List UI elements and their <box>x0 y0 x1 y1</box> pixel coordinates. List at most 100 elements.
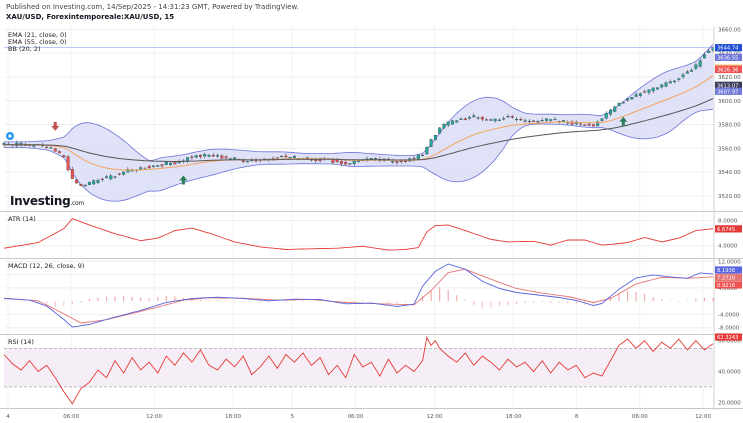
candle-body <box>190 156 194 158</box>
investing-logo: Investing.com <box>10 194 84 208</box>
x-tick-label: 06:00 <box>348 414 364 420</box>
candle-body <box>660 84 664 88</box>
candle-body <box>630 97 634 100</box>
candle-body <box>446 121 450 126</box>
candle-body <box>536 121 540 123</box>
candle-body <box>152 165 155 167</box>
candle-body <box>241 160 245 162</box>
candle-body <box>515 118 519 121</box>
candle-body <box>280 155 284 157</box>
candle-body <box>677 78 681 80</box>
candle-body <box>510 116 514 118</box>
candle-body <box>438 127 442 134</box>
macd-pane <box>3 263 714 328</box>
candle-body <box>647 89 651 93</box>
rsi-pane <box>3 336 714 405</box>
candle-body <box>553 119 557 121</box>
rsi-y-tick-label: 40.0000 <box>718 370 741 376</box>
candle-body <box>404 160 407 162</box>
candle-body <box>87 182 91 185</box>
main-y-tick-label: 3540.00 <box>718 170 741 176</box>
candle-body <box>335 159 339 162</box>
candle-body <box>489 119 493 121</box>
event-marker-dot <box>8 134 12 138</box>
candle-body <box>292 156 296 158</box>
x-tick-label: 12:00 <box>146 414 162 420</box>
candle-body <box>194 155 198 158</box>
candle-body <box>643 91 647 93</box>
macd-signal-line <box>3 268 714 324</box>
candle-body <box>109 175 113 180</box>
candle-body <box>656 87 659 90</box>
candle-body <box>75 179 79 184</box>
candle-body <box>92 180 96 185</box>
candle-body <box>694 64 698 69</box>
candle-body <box>497 119 501 121</box>
macd-value-label: 0.9216 <box>717 283 735 289</box>
candle-body <box>549 119 553 121</box>
candle-body <box>613 106 617 112</box>
candle-body <box>579 123 583 125</box>
candle-body <box>540 120 544 122</box>
candle-body <box>344 162 348 165</box>
candle-body <box>66 156 70 171</box>
x-tick-label: 12:00 <box>695 414 711 420</box>
candle-body <box>421 154 425 156</box>
candle-body <box>673 80 677 83</box>
main-y-tick-label: 3600.00 <box>718 99 741 105</box>
atr-label[interactable]: ATR (14) <box>8 215 36 223</box>
candle-body <box>702 54 706 59</box>
candle-body <box>429 139 433 147</box>
candle-body <box>288 157 292 159</box>
macd-y-tick-label: -4.0000 <box>718 312 740 318</box>
rsi-y-tick-label: 20.0000 <box>718 400 741 406</box>
candle-body <box>220 155 224 159</box>
candle-body <box>485 119 489 121</box>
price-tag-label: 3626.36 <box>717 67 738 73</box>
atr-y-tick-label: 8.0000 <box>718 219 738 225</box>
chart-canvas[interactable]: 3520.00 3540.00 3560.00 3580.00 3600.00 3620.… <box>0 0 743 423</box>
candle-body <box>53 148 57 152</box>
x-tick-label: 4 <box>6 414 10 420</box>
candle-body <box>681 74 685 78</box>
candle-body <box>374 158 378 160</box>
atr-y-tick-label: 4.0000 <box>718 244 738 250</box>
x-tick-label: 18:00 <box>225 414 241 420</box>
candle-body <box>480 116 484 120</box>
candle-body <box>186 157 190 161</box>
main-y-tick-label: 3580.00 <box>718 123 741 129</box>
candle-body <box>425 146 429 155</box>
candle-body <box>348 163 352 165</box>
candle-body <box>519 119 523 121</box>
candle-body <box>62 155 66 157</box>
published-caption: Published on Investing.com, 14/Sep/2025 … <box>6 3 299 11</box>
candle-body <box>399 160 403 163</box>
candle-body <box>207 154 211 157</box>
candle-body <box>228 158 232 160</box>
candle-body <box>583 124 587 126</box>
candle-body <box>198 154 202 157</box>
candle-body <box>216 155 220 157</box>
macd-label[interactable]: MACD (12, 26, close, 9) <box>8 262 84 270</box>
candle-body <box>58 151 61 154</box>
candle-body <box>211 154 215 157</box>
rsi-label[interactable]: RSI (14) <box>8 338 34 346</box>
candle-body <box>49 147 53 149</box>
candle-body <box>698 60 702 67</box>
candle-body <box>203 154 207 157</box>
indicator-bb-label[interactable]: BB (20, 2) <box>8 45 41 53</box>
candle-body <box>339 161 343 164</box>
candle-body <box>472 115 476 118</box>
candle-body <box>617 102 621 106</box>
macd-y-tick-label: -8.0000 <box>718 326 740 332</box>
candle-body <box>416 154 420 160</box>
candle-body <box>442 123 446 129</box>
candle-body <box>621 102 625 104</box>
candle-body <box>455 120 459 123</box>
macd-value-label: 7.2720 <box>717 276 735 282</box>
price-tag-label: 3607.97 <box>717 89 738 95</box>
candle-body <box>169 162 173 165</box>
macd-line <box>3 263 714 328</box>
candle-body <box>450 120 454 125</box>
candle-body <box>79 184 83 186</box>
